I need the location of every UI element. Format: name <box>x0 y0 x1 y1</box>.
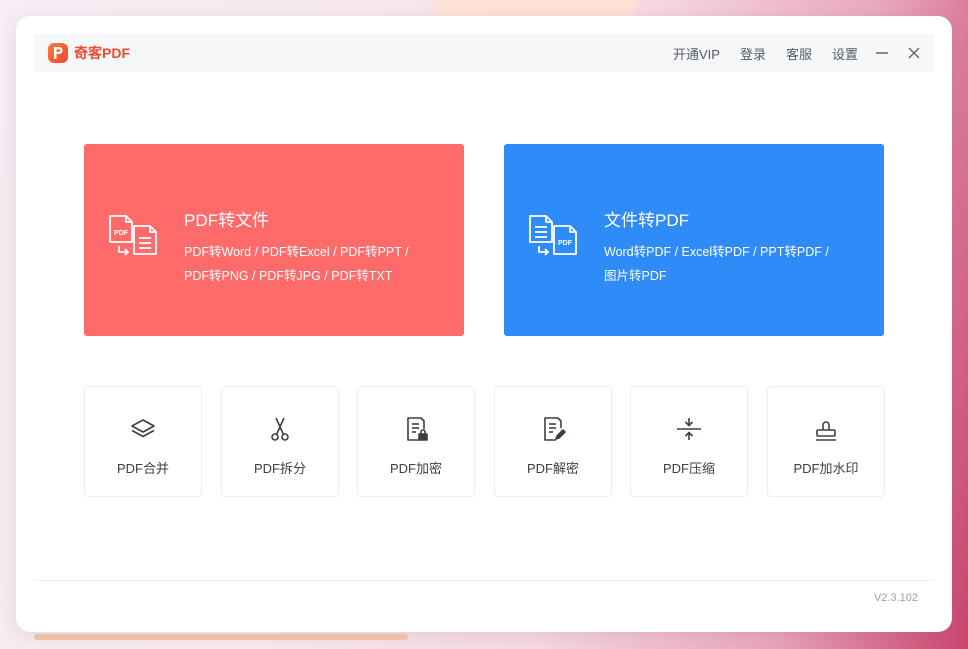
login-link[interactable]: 登录 <box>740 44 766 63</box>
tool-pdf-merge[interactable]: PDF合并 <box>84 386 202 497</box>
file-to-pdf-icon: PDF <box>526 214 582 267</box>
tool-pdf-split[interactable]: PDF拆分 <box>221 386 339 497</box>
tool-label: PDF压缩 <box>662 461 715 476</box>
card-title: PDF转文件 <box>184 211 269 230</box>
edit-document-icon <box>539 415 567 443</box>
card-desc-line: PDF转Word / PDF转Excel / PDF转PPT / <box>184 245 409 259</box>
scissors-icon <box>266 415 294 443</box>
background-glow-bottom <box>34 634 408 640</box>
card-title: 文件转PDF <box>604 211 689 230</box>
card-desc-line: 图片转PDF <box>604 269 667 283</box>
tool-pdf-compress[interactable]: PDF压缩 <box>630 386 748 497</box>
title-bar: 奇客PDF 开通VIP 登录 客服 设置 <box>34 34 934 72</box>
settings-link[interactable]: 设置 <box>832 44 858 63</box>
pdf-to-file-icon: PDF <box>106 214 162 267</box>
app-name: 奇客PDF <box>74 45 130 61</box>
version-label: V2.3.102 <box>873 592 918 604</box>
tool-pdf-watermark[interactable]: PDF加水印 <box>767 386 885 497</box>
top-menu: 开通VIP 登录 客服 设置 <box>653 44 934 63</box>
card-description: PDF转Word / PDF转Excel / PDF转PPT / PDF转PNG… <box>184 240 454 288</box>
tool-label: PDF拆分 <box>253 461 306 476</box>
tool-label: PDF加水印 <box>793 461 859 476</box>
svg-text:PDF: PDF <box>114 230 129 237</box>
layers-icon <box>129 415 157 443</box>
tool-label: PDF解密 <box>526 461 579 476</box>
open-vip-link[interactable]: 开通VIP <box>673 44 720 63</box>
card-description: Word转PDF / Excel转PDF / PPT转PDF / 图片转PDF <box>604 240 874 288</box>
app-logo: 奇客PDF <box>48 43 130 63</box>
stamp-icon <box>812 415 840 443</box>
footer-divider <box>34 580 934 581</box>
card-desc-line: Word转PDF / Excel转PDF / PPT转PDF / <box>604 245 829 259</box>
app-logo-icon <box>48 43 68 63</box>
customer-service-link[interactable]: 客服 <box>786 44 812 63</box>
svg-text:PDF: PDF <box>558 240 573 247</box>
compress-icon <box>675 415 703 443</box>
tool-pdf-encrypt[interactable]: PDF加密 <box>357 386 475 497</box>
file-to-pdf-card[interactable]: PDF 文件转PDF Word转PDF / Excel转PDF / PPT转PD… <box>504 144 884 336</box>
app-window: 奇客PDF 开通VIP 登录 客服 设置 PDF PDF转文件 PDF转Word… <box>16 16 952 632</box>
tool-label: PDF加密 <box>389 461 442 476</box>
close-icon[interactable] <box>906 45 922 61</box>
card-desc-line: PDF转PNG / PDF转JPG / PDF转TXT <box>184 269 393 283</box>
pdf-to-file-card[interactable]: PDF PDF转文件 PDF转Word / PDF转Excel / PDF转PP… <box>84 144 464 336</box>
minimize-icon[interactable] <box>874 45 890 61</box>
tool-label: PDF合并 <box>116 461 169 476</box>
tool-pdf-decrypt[interactable]: PDF解密 <box>494 386 612 497</box>
lock-document-icon <box>402 415 430 443</box>
